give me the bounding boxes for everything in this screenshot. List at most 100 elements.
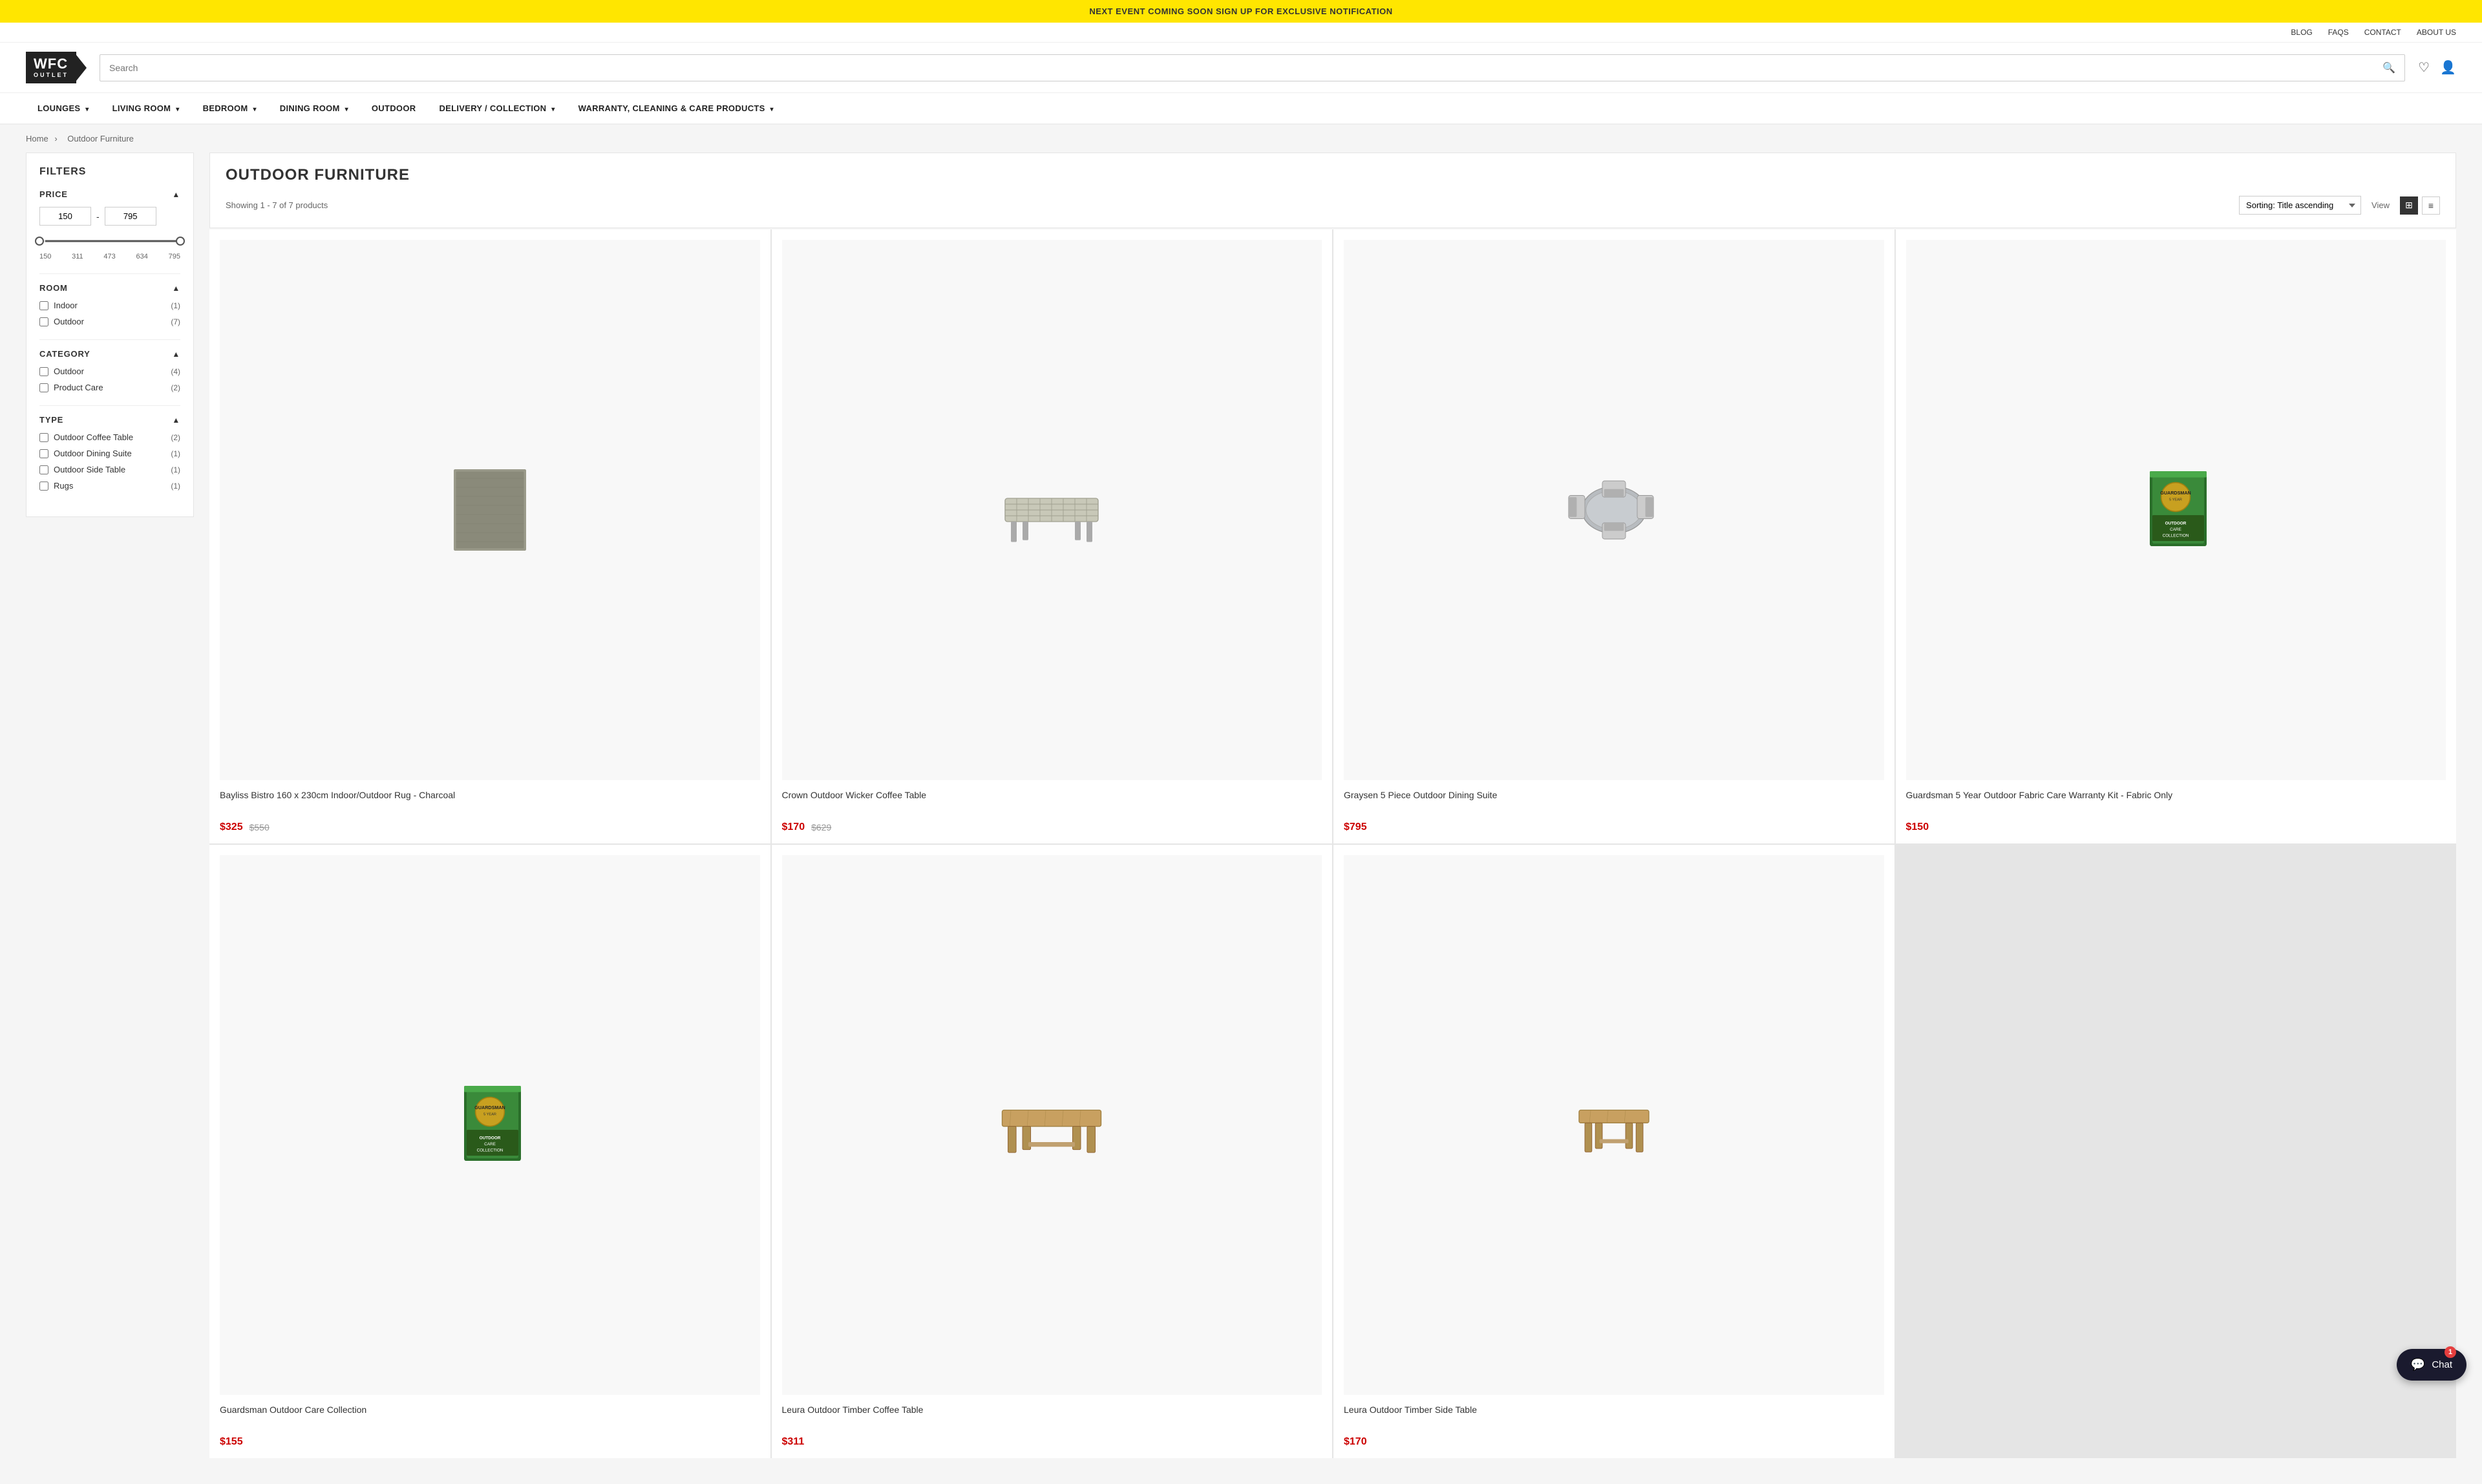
product-svg-side-table: [1556, 1076, 1672, 1173]
view-label: View: [2371, 200, 2390, 210]
slider-thumb-right[interactable]: [176, 237, 185, 246]
top-banner: NEXT EVENT COMING SOON SIGN UP FOR EXCLU…: [0, 0, 2482, 23]
filter-checkbox-outdoor[interactable]: [39, 317, 48, 326]
filter-type-header[interactable]: TYPE ▲: [39, 415, 180, 425]
account-icon[interactable]: 👤: [2440, 59, 2456, 76]
filter-count-rugs: (1): [171, 482, 180, 491]
product-card-7[interactable]: Leura Outdoor Timber Side Table $170: [1333, 845, 1894, 1459]
filter-room-header[interactable]: ROOM ▲: [39, 283, 180, 293]
filter-count-indoor: (1): [171, 301, 180, 310]
search-input[interactable]: [100, 56, 2373, 80]
price-inputs: -: [39, 207, 180, 226]
product-price-6: $311: [782, 1436, 1322, 1448]
filter-label-coffee-table[interactable]: Outdoor Coffee Table: [54, 432, 133, 442]
filter-label-indoor[interactable]: Indoor: [54, 301, 78, 310]
banner-text: NEXT EVENT COMING SOON SIGN UP FOR EXCLU…: [1089, 6, 1392, 16]
grid-view-button[interactable]: ⊞: [2400, 196, 2418, 215]
product-name-5: Guardsman Outdoor Care Collection: [220, 1404, 760, 1430]
filter-item-indoor: Indoor (1): [39, 301, 180, 310]
showing-text: Showing 1 - 7 of 7 products: [226, 200, 328, 210]
product-svg-dining: [1556, 461, 1672, 558]
sorting-select[interactable]: Sorting: Title ascending Sorting: Title …: [2239, 196, 2361, 215]
product-card-4[interactable]: GUARDSMAN 5 YEAR OUTDOOR CARE COLLECTION…: [1896, 229, 2457, 843]
slider-labels: 150 311 473 634 795: [39, 253, 180, 260]
filter-price-arrow: ▲: [172, 190, 180, 199]
top-nav: BLOG FAQS CONTACT ABOUT US: [0, 23, 2482, 43]
contact-link[interactable]: CONTACT: [2364, 28, 2401, 37]
filter-checkbox-side-table[interactable]: [39, 465, 48, 474]
slider-label-0: 150: [39, 253, 51, 260]
nav-outdoor[interactable]: OUTDOOR: [360, 93, 428, 123]
filter-label-dining-suite[interactable]: Outdoor Dining Suite: [54, 449, 132, 458]
filter-label-side-table[interactable]: Outdoor Side Table: [54, 465, 125, 474]
product-svg-timber-table: [993, 1076, 1110, 1173]
logo-outlet: OUTLET: [34, 72, 69, 78]
slider-thumb-left[interactable]: [35, 237, 44, 246]
filter-label-cat-outdoor[interactable]: Outdoor: [54, 366, 84, 376]
nav-bedroom[interactable]: BEDROOM ▾: [191, 93, 268, 123]
main-nav: LOUNGES ▾ LIVING ROOM ▾ BEDROOM ▾ DINING…: [0, 93, 2482, 125]
logo[interactable]: WFC OUTLET: [26, 52, 87, 83]
filter-checkbox-product-care[interactable]: [39, 383, 48, 392]
svg-text:GUARDSMAN: GUARDSMAN: [474, 1105, 505, 1110]
filter-checkbox-rugs[interactable]: [39, 482, 48, 491]
about-us-link[interactable]: ABOUT US: [2417, 28, 2456, 37]
product-card-5[interactable]: GUARDSMAN 5 YEAR OUTDOOR CARE COLLECTION…: [209, 845, 770, 1459]
product-svg-coffee-table: [993, 461, 1110, 558]
nav-living-room[interactable]: LIVING ROOM ▾: [101, 93, 191, 123]
nav-warranty[interactable]: WARRANTY, CLEANING & CARE PRODUCTS ▾: [567, 93, 785, 123]
product-name-3: Graysen 5 Piece Outdoor Dining Suite: [1344, 789, 1884, 815]
product-card-6[interactable]: Leura Outdoor Timber Coffee Table $311: [772, 845, 1333, 1459]
view-icons: ⊞ ≡: [2400, 196, 2440, 215]
filter-category-header[interactable]: CATEGORY ▲: [39, 349, 180, 359]
product-price-2: $170 $629: [782, 822, 1322, 833]
product-card-2[interactable]: Crown Outdoor Wicker Coffee Table $170 $…: [772, 229, 1333, 843]
faqs-link[interactable]: FAQS: [2328, 28, 2349, 37]
filter-item-outdoor: Outdoor (7): [39, 317, 180, 326]
product-sale-price-2: $170: [782, 822, 805, 833]
filter-checkbox-dining-suite[interactable]: [39, 449, 48, 458]
product-area: OUTDOOR FURNITURE Showing 1 - 7 of 7 pro…: [209, 153, 2456, 1458]
filter-room: ROOM ▲ Indoor (1) Outdoor (7): [39, 283, 180, 326]
list-view-button[interactable]: ≡: [2422, 196, 2440, 215]
product-sale-price-4: $150: [1906, 822, 1929, 833]
page-title: OUTDOOR FURNITURE: [226, 166, 2440, 184]
filter-label-product-care[interactable]: Product Care: [54, 383, 103, 392]
product-image-6: [782, 855, 1322, 1395]
filter-label-outdoor[interactable]: Outdoor: [54, 317, 84, 326]
search-button[interactable]: 🔍: [2373, 55, 2404, 81]
svg-text:OUTDOOR: OUTDOOR: [479, 1136, 500, 1141]
filter-label-rugs[interactable]: Rugs: [54, 481, 73, 491]
price-min-input[interactable]: [39, 207, 91, 226]
main-content: FILTERS PRICE ▲ - 150 311 473: [0, 153, 2482, 1484]
wishlist-icon[interactable]: ♡: [2418, 59, 2430, 76]
product-name-2: Crown Outdoor Wicker Coffee Table: [782, 789, 1322, 815]
filter-category-label: CATEGORY: [39, 349, 90, 359]
chat-widget[interactable]: 1 💬 Chat: [2397, 1349, 2466, 1381]
svg-text:COLLECTION: COLLECTION: [2163, 533, 2189, 538]
filter-price-header[interactable]: PRICE ▲: [39, 189, 180, 199]
breadcrumb-home[interactable]: Home: [26, 134, 48, 143]
nav-dining-room[interactable]: DINING ROOM ▾: [268, 93, 360, 123]
filter-item-coffee-table: Outdoor Coffee Table (2): [39, 432, 180, 442]
nav-delivery[interactable]: DELIVERY / COLLECTION ▾: [427, 93, 566, 123]
breadcrumb: Home › Outdoor Furniture: [0, 125, 2482, 153]
search-bar[interactable]: 🔍: [100, 54, 2405, 81]
slider-label-2: 473: [103, 253, 115, 260]
product-card-3[interactable]: Graysen 5 Piece Outdoor Dining Suite $79…: [1333, 229, 1894, 843]
product-price-7: $170: [1344, 1436, 1884, 1448]
price-max-input[interactable]: [105, 207, 156, 226]
nav-lounges[interactable]: LOUNGES ▾: [26, 93, 101, 123]
filter-checkbox-cat-outdoor[interactable]: [39, 367, 48, 376]
slider-label-1: 311: [72, 253, 83, 260]
blog-link[interactable]: BLOG: [2291, 28, 2312, 37]
slider-fill: [45, 240, 180, 242]
controls-right: Sorting: Title ascending Sorting: Title …: [2239, 196, 2440, 215]
filter-checkbox-indoor[interactable]: [39, 301, 48, 310]
slider-label-3: 634: [136, 253, 148, 260]
filter-count-coffee-table: (2): [171, 433, 180, 442]
filter-checkbox-coffee-table[interactable]: [39, 433, 48, 442]
product-card-1[interactable]: Bayliss Bistro 160 x 230cm Indoor/Outdoo…: [209, 229, 770, 843]
svg-text:CARE: CARE: [484, 1142, 496, 1147]
price-slider[interactable]: [39, 235, 180, 248]
